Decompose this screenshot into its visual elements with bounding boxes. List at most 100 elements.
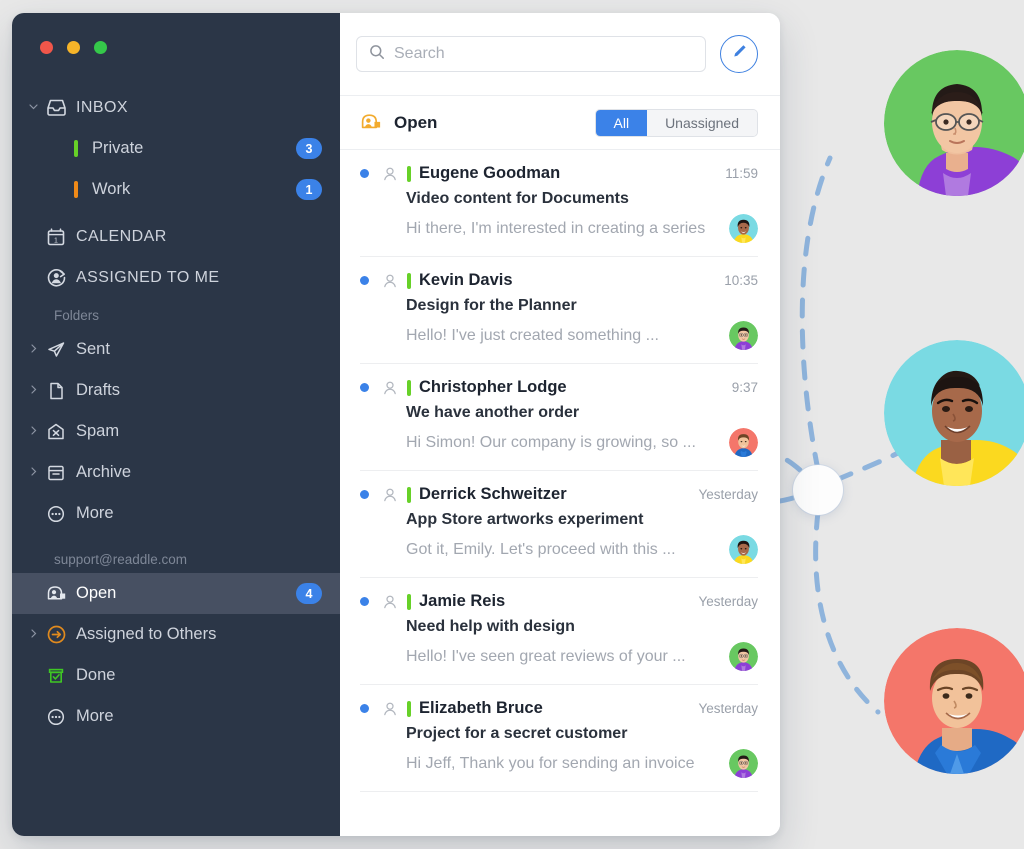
search-icon — [369, 44, 385, 65]
message-tag-bar — [407, 379, 411, 396]
message-row[interactable]: Kevin Davis 10:35 Design for the Planner He… — [340, 257, 780, 364]
message-sender: Jamie Reis — [419, 592, 506, 610]
sidebar-item-private[interactable]: Private 3 — [12, 128, 340, 169]
connector-to-top-person — [799, 155, 833, 473]
archive-icon — [46, 463, 76, 483]
message-list[interactable]: Eugene Goodman 11:59 Video content for Doc… — [340, 150, 780, 836]
sidebar-item-calendar[interactable]: 1 CALENDAR — [12, 216, 340, 257]
sidebar-open-label: Open — [76, 584, 117, 602]
person-icon — [382, 380, 398, 396]
message-tag-bar — [407, 593, 411, 610]
sidebar-private-badge: 3 — [296, 138, 322, 159]
sidebar-item-archive[interactable]: Archive — [12, 452, 340, 493]
message-row[interactable]: Eugene Goodman 11:59 Video content for Doc… — [340, 150, 780, 257]
app-root: INBOX Private 3 Work 1 1 CALENDAR ASSIGN… — [0, 0, 1024, 849]
compose-button[interactable] — [720, 35, 758, 73]
more-icon — [46, 504, 76, 524]
message-avatar — [729, 428, 758, 457]
filter-unassigned[interactable]: Unassigned — [647, 109, 757, 136]
message-avatar — [729, 321, 758, 350]
message-row[interactable]: Derrick Schweitzer Yesterday App Store art… — [340, 471, 780, 578]
window-controls[interactable] — [12, 13, 340, 54]
message-subject: Design for the Planner — [406, 297, 577, 314]
unread-dot — [360, 276, 369, 285]
svg-text:1: 1 — [54, 237, 58, 244]
sidebar-item-sent[interactable]: Sent — [12, 329, 340, 370]
message-time: 11:59 — [725, 166, 758, 181]
network-hub-node — [793, 465, 843, 515]
sidebar-item-assigned-to-me[interactable]: ASSIGNED TO ME — [12, 257, 340, 298]
sidebar-drafts-label: Drafts — [76, 381, 121, 399]
minimize-button[interactable] — [67, 41, 80, 54]
drafts-icon — [46, 381, 76, 401]
filter-segmented-control[interactable]: All Unassigned — [594, 108, 758, 137]
spam-icon — [46, 422, 76, 442]
sidebar-item-open[interactable]: Open 4 — [12, 573, 340, 614]
message-row[interactable]: Elizabeth Bruce Yesterday Project for a se… — [340, 685, 780, 792]
sidebar-item-work[interactable]: Work 1 — [12, 169, 340, 210]
message-sender: Elizabeth Bruce — [419, 699, 543, 717]
sidebar-item-done[interactable]: Done — [12, 655, 340, 696]
message-tag-bar — [407, 700, 411, 717]
sidebar-item-drafts[interactable]: Drafts — [12, 370, 340, 411]
search-input[interactable]: Search — [356, 36, 706, 72]
open-inbox-icon — [46, 584, 76, 604]
filter-all[interactable]: All — [595, 109, 648, 136]
app-window: INBOX Private 3 Work 1 1 CALENDAR ASSIGN… — [12, 13, 780, 836]
message-subject: Project for a secret customer — [406, 725, 628, 742]
tag-bar-orange — [74, 181, 78, 198]
sidebar-archive-label: Archive — [76, 463, 132, 481]
sidebar: INBOX Private 3 Work 1 1 CALENDAR ASSIGN… — [12, 13, 340, 836]
message-row[interactable]: Christopher Lodge 9:37 We have another ord… — [340, 364, 780, 471]
sidebar-work-badge: 1 — [296, 179, 322, 200]
message-avatar — [729, 642, 758, 671]
message-avatar — [729, 749, 758, 778]
inbox-icon — [46, 98, 76, 117]
sidebar-sent-label: Sent — [76, 340, 110, 358]
message-preview: Got it, Emily. Let's proceed with this .… — [406, 540, 676, 558]
sidebar-item-inbox[interactable]: INBOX — [12, 87, 340, 128]
message-preview: Hi there, I'm interested in creating a s… — [406, 219, 706, 237]
message-row[interactable]: Jamie Reis Yesterday Need help with design… — [340, 578, 780, 685]
chevron-right-icon[interactable] — [28, 343, 46, 356]
message-subject: Video content for Documents — [406, 190, 629, 207]
chevron-right-icon[interactable] — [28, 628, 46, 641]
open-inbox-icon — [360, 112, 382, 133]
person-icon — [382, 166, 398, 182]
sidebar-work-label: Work — [92, 180, 131, 198]
sidebar-open-badge: 4 — [296, 583, 322, 604]
message-time: Yesterday — [698, 594, 758, 609]
sidebar-item-assigned-to-others[interactable]: Assigned to Others — [12, 614, 340, 655]
message-time: 10:35 — [724, 273, 758, 288]
message-preview: Hi Jeff, Thank you for sending an invoic… — [406, 754, 695, 772]
message-tag-bar — [407, 486, 411, 503]
message-list-pane: Search Open All Unassigned Eugene Goodma… — [340, 13, 780, 836]
message-preview: Hi Simon! Our company is growing, so ... — [406, 433, 696, 451]
message-time: Yesterday — [698, 701, 758, 716]
sidebar-item-spam[interactable]: Spam — [12, 411, 340, 452]
more-icon — [46, 707, 76, 727]
chevron-right-icon[interactable] — [28, 425, 46, 438]
connector-to-bottom-person — [813, 509, 881, 715]
chevron-down-icon[interactable] — [28, 101, 46, 114]
message-sender: Derrick Schweitzer — [419, 485, 567, 503]
chevron-right-icon[interactable] — [28, 466, 46, 479]
unread-dot — [360, 169, 369, 178]
person-icon — [382, 487, 398, 503]
message-subject: Need help with design — [406, 618, 575, 635]
unread-dot — [360, 383, 369, 392]
sent-icon — [46, 340, 76, 360]
sidebar-item-more-folders[interactable]: More — [12, 493, 340, 534]
sidebar-item-more-account[interactable]: More — [12, 696, 340, 737]
sidebar-assigned-to-me-label: ASSIGNED TO ME — [76, 268, 220, 286]
person-icon — [382, 273, 398, 289]
sidebar-private-label: Private — [92, 139, 144, 157]
sidebar-calendar-label: CALENDAR — [76, 227, 167, 245]
message-tag-bar — [407, 272, 411, 289]
person-coral-circle — [884, 628, 1024, 774]
maximize-button[interactable] — [94, 41, 107, 54]
close-button[interactable] — [40, 41, 53, 54]
chevron-right-icon[interactable] — [28, 384, 46, 397]
unread-dot — [360, 597, 369, 606]
message-sender: Christopher Lodge — [419, 378, 567, 396]
